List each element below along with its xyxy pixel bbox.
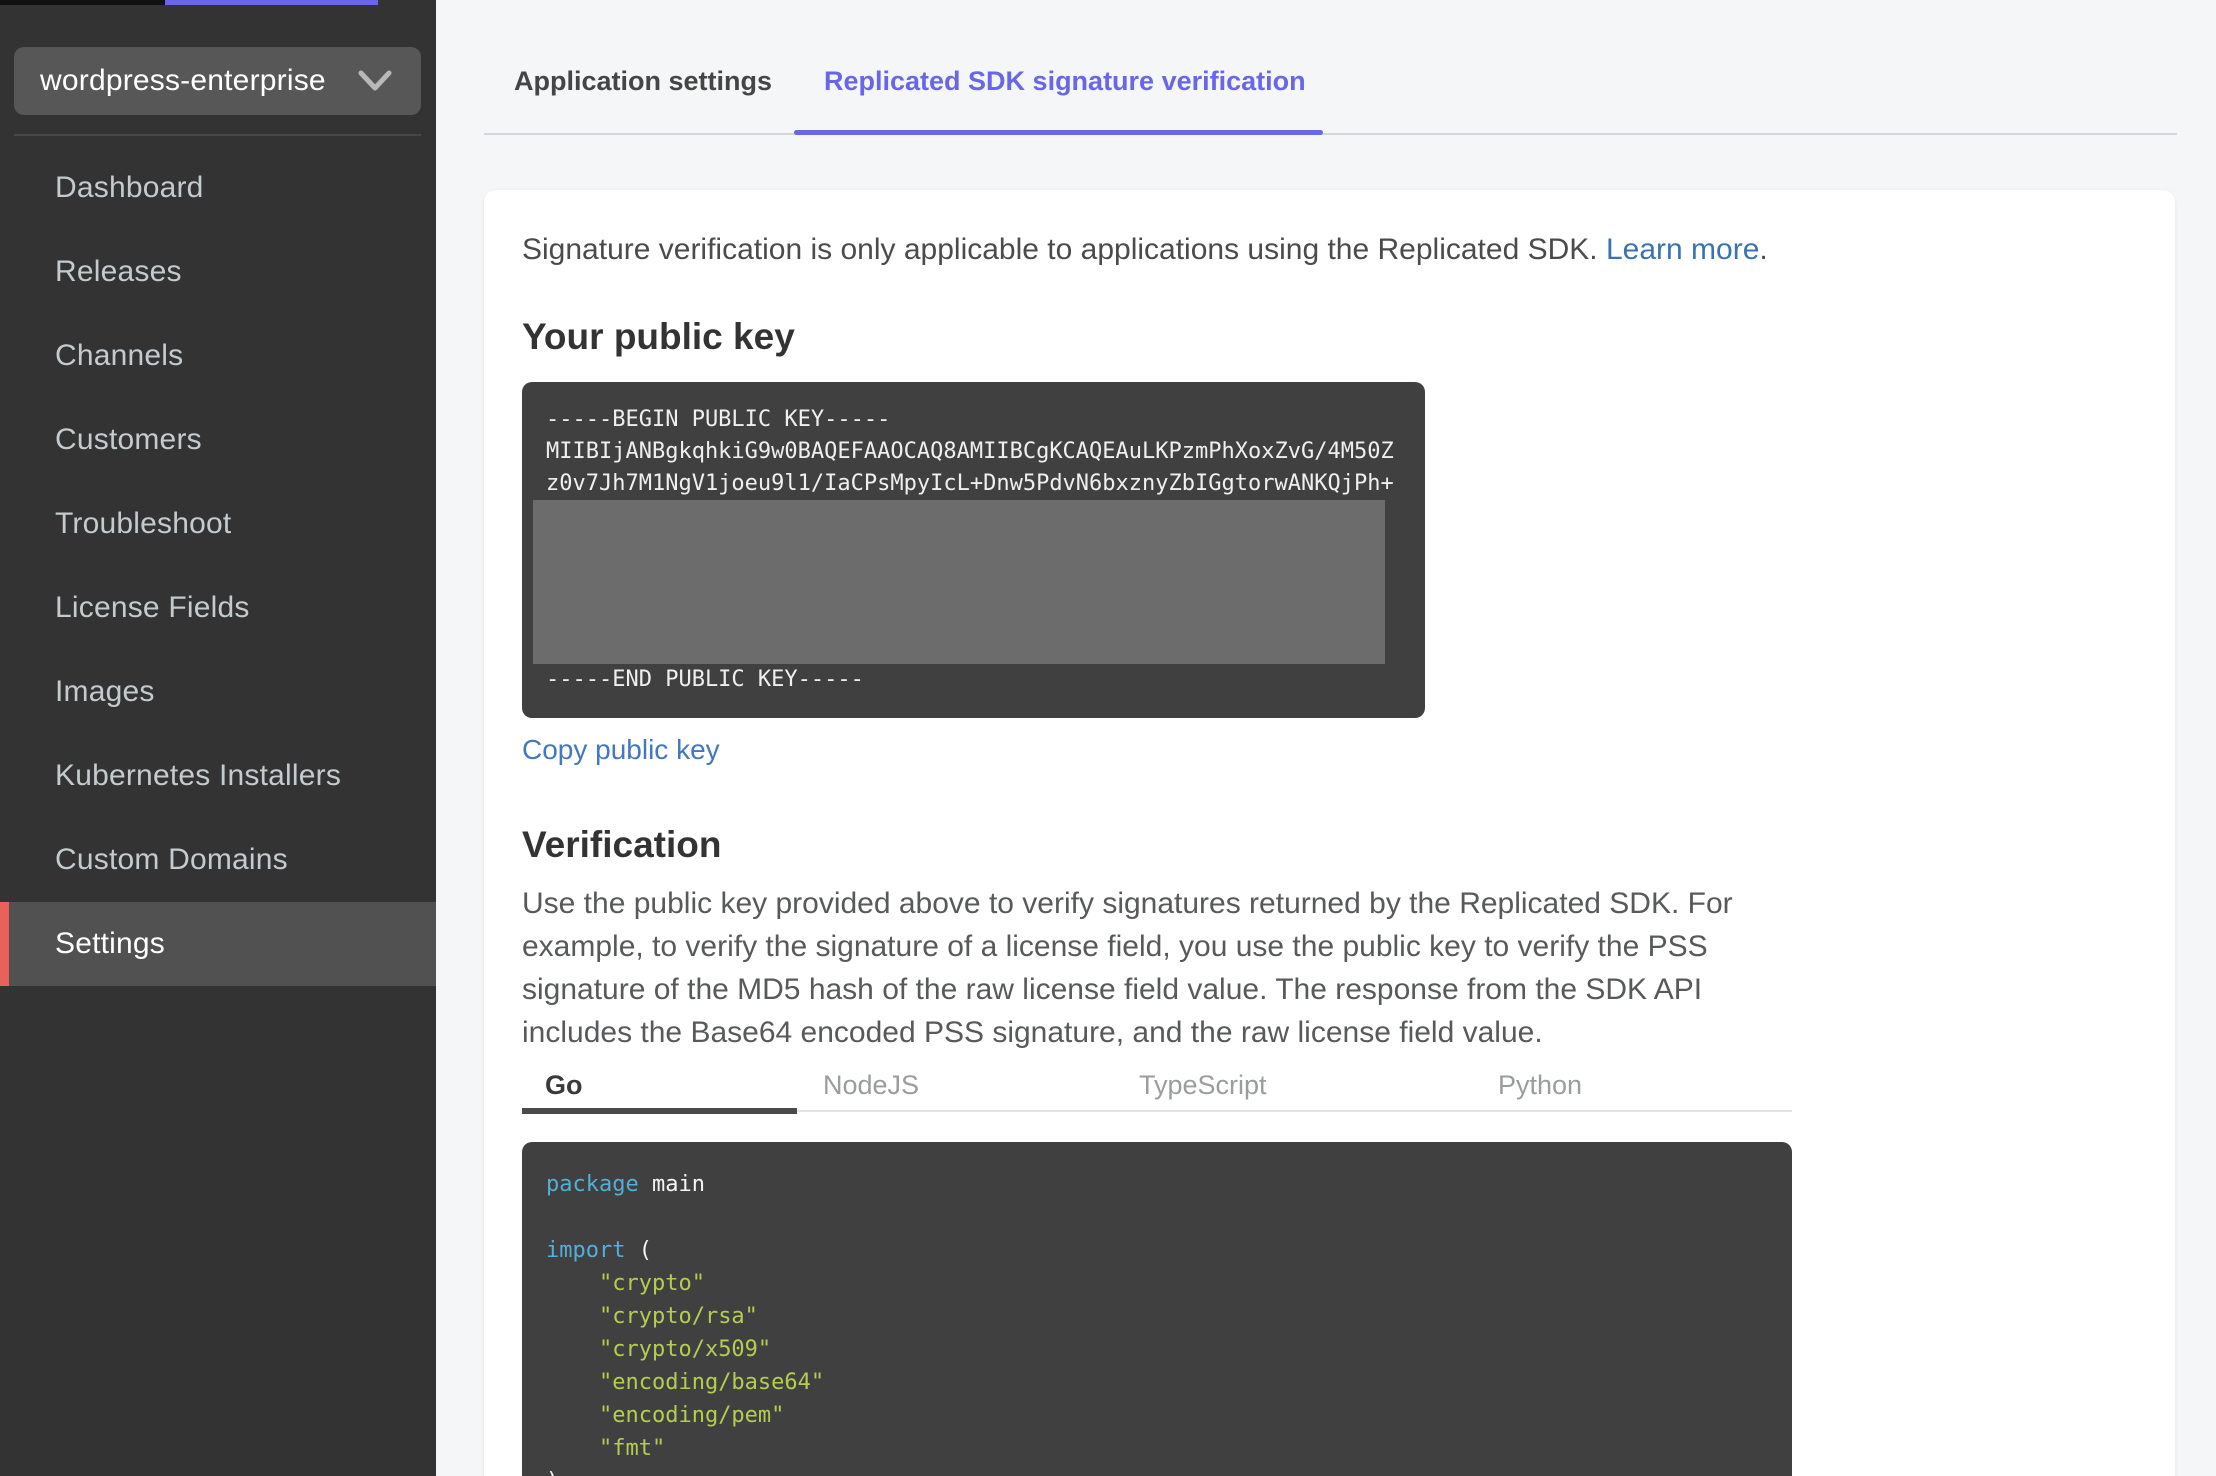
- sidebar-item-label: Troubleshoot: [55, 507, 232, 540]
- public-key-heading: Your public key: [522, 316, 795, 357]
- code-tab-typescript[interactable]: TypeScript: [1139, 1070, 1267, 1101]
- sidebar-item-kubernetes-installers[interactable]: Kubernetes Installers: [0, 734, 436, 818]
- public-key-line: -----END PUBLIC KEY-----: [546, 667, 864, 692]
- tabs-divider: [484, 133, 2177, 135]
- sidebar-item-customers[interactable]: Customers: [0, 398, 436, 482]
- sidebar-item-label: Dashboard: [55, 171, 204, 204]
- sidebar-item-license-fields[interactable]: License Fields: [0, 566, 436, 650]
- public-key-line: -----BEGIN PUBLIC KEY-----: [546, 407, 891, 432]
- sidebar-item-images[interactable]: Images: [0, 650, 436, 734]
- code-line: "crypto/rsa": [546, 1300, 1768, 1333]
- code-line: "crypto/x509": [546, 1333, 1768, 1366]
- sidebar-item-releases[interactable]: Releases: [0, 230, 436, 314]
- topbar-dark-segment: [0, 0, 165, 5]
- code-token-str: "encoding/base64": [598, 1370, 825, 1395]
- sidebar-item-label: Images: [55, 675, 155, 708]
- code-language-tabs: Go NodeJS TypeScript Python: [522, 1066, 1792, 1114]
- public-key-redacted-region: [533, 500, 1385, 664]
- sidebar-item-label: Custom Domains: [55, 843, 288, 876]
- sidebar-item-label: Settings: [55, 927, 165, 960]
- tab-replicated-sdk-signature-verification[interactable]: Replicated SDK signature verification: [824, 66, 1306, 97]
- sidebar-item-custom-domains[interactable]: Custom Domains: [0, 818, 436, 902]
- sidebar-item-label: Kubernetes Installers: [55, 759, 342, 792]
- settings-card: Signature verification is only applicabl…: [484, 190, 2175, 1476]
- code-line: "fmt": [546, 1432, 1768, 1465]
- intro-text: Signature verification is only applicabl…: [522, 228, 1922, 272]
- verification-paragraph: Use the public key provided above to ver…: [522, 887, 1733, 1049]
- intro-text-period: .: [1759, 233, 1768, 266]
- sidebar-item-label: Customers: [55, 423, 202, 456]
- public-key-block: -----BEGIN PUBLIC KEY----- MIIBIjANBgkqhk…: [522, 382, 1425, 718]
- code-token-str: "crypto/x509": [598, 1337, 772, 1362]
- public-key-line: z0v7Jh7M1NgV1joeu9l1/IaCPsMpyIcL+Dnw5Pdv…: [546, 471, 1394, 496]
- sidebar-item-settings[interactable]: Settings: [0, 902, 436, 986]
- sidebar-item-dashboard[interactable]: Dashboard: [0, 146, 436, 230]
- code-token-str: "fmt": [598, 1436, 666, 1461]
- app-selector-label: wordpress-enterprise: [40, 64, 326, 97]
- copy-public-key-link[interactable]: Copy public key: [522, 734, 720, 766]
- sidebar-item-channels[interactable]: Channels: [0, 314, 436, 398]
- code-sample-block: package main import ( "crypto" "crypto/r…: [522, 1142, 1792, 1476]
- code-line: ): [546, 1465, 1768, 1476]
- intro-text-body: Signature verification is only applicabl…: [522, 233, 1606, 266]
- chevron-down-icon: [357, 68, 393, 94]
- code-token-plain: (: [625, 1238, 652, 1263]
- main-area: Application settings Replicated SDK sign…: [436, 0, 2216, 1476]
- sidebar-item-troubleshoot[interactable]: Troubleshoot: [0, 482, 436, 566]
- code-line: "encoding/base64": [546, 1366, 1768, 1399]
- active-code-tab-underline: [522, 1108, 797, 1114]
- sidebar: wordpress-enterprise Dashboard Releases Ch…: [0, 0, 436, 1476]
- code-token-str: "encoding/pem": [598, 1403, 785, 1428]
- sidebar-divider: [14, 134, 421, 136]
- code-token-plain: ): [546, 1469, 559, 1476]
- code-line: import (: [546, 1234, 1768, 1267]
- sidebar-item-label: Channels: [55, 339, 184, 372]
- sidebar-item-label: Releases: [55, 255, 182, 288]
- topbar-accent-segment: [165, 0, 378, 5]
- code-token-plain: main: [638, 1172, 705, 1197]
- app-selector-dropdown[interactable]: wordpress-enterprise: [14, 47, 421, 115]
- code-tab-nodejs[interactable]: NodeJS: [823, 1070, 919, 1101]
- code-token-str: "crypto": [598, 1271, 705, 1296]
- code-tab-python[interactable]: Python: [1498, 1070, 1582, 1101]
- top-hairline-bar: [0, 0, 2216, 5]
- code-token-kw: package: [546, 1172, 639, 1197]
- active-tab-underline: [794, 130, 1323, 135]
- code-token-kw: import: [546, 1238, 626, 1263]
- header-tabs: Application settings Replicated SDK sign…: [436, 0, 2216, 136]
- code-line: "encoding/pem": [546, 1399, 1768, 1432]
- verification-heading: Verification: [522, 824, 722, 865]
- code-line: package main: [546, 1168, 1768, 1201]
- learn-more-link[interactable]: Learn more: [1606, 233, 1759, 266]
- code-tab-go[interactable]: Go: [545, 1070, 583, 1101]
- public-key-line: MIIBIjANBgkqhkiG9w0BAQEFAAOCAQ8AMIIBCgKC…: [546, 439, 1394, 464]
- sidebar-nav-list: Dashboard Releases Channels Customers Troubl…: [0, 146, 436, 986]
- code-token-str: "crypto/rsa": [598, 1304, 758, 1329]
- tab-application-settings[interactable]: Application settings: [514, 66, 772, 97]
- sidebar-item-label: License Fields: [55, 591, 250, 624]
- code-line: "crypto": [546, 1267, 1768, 1300]
